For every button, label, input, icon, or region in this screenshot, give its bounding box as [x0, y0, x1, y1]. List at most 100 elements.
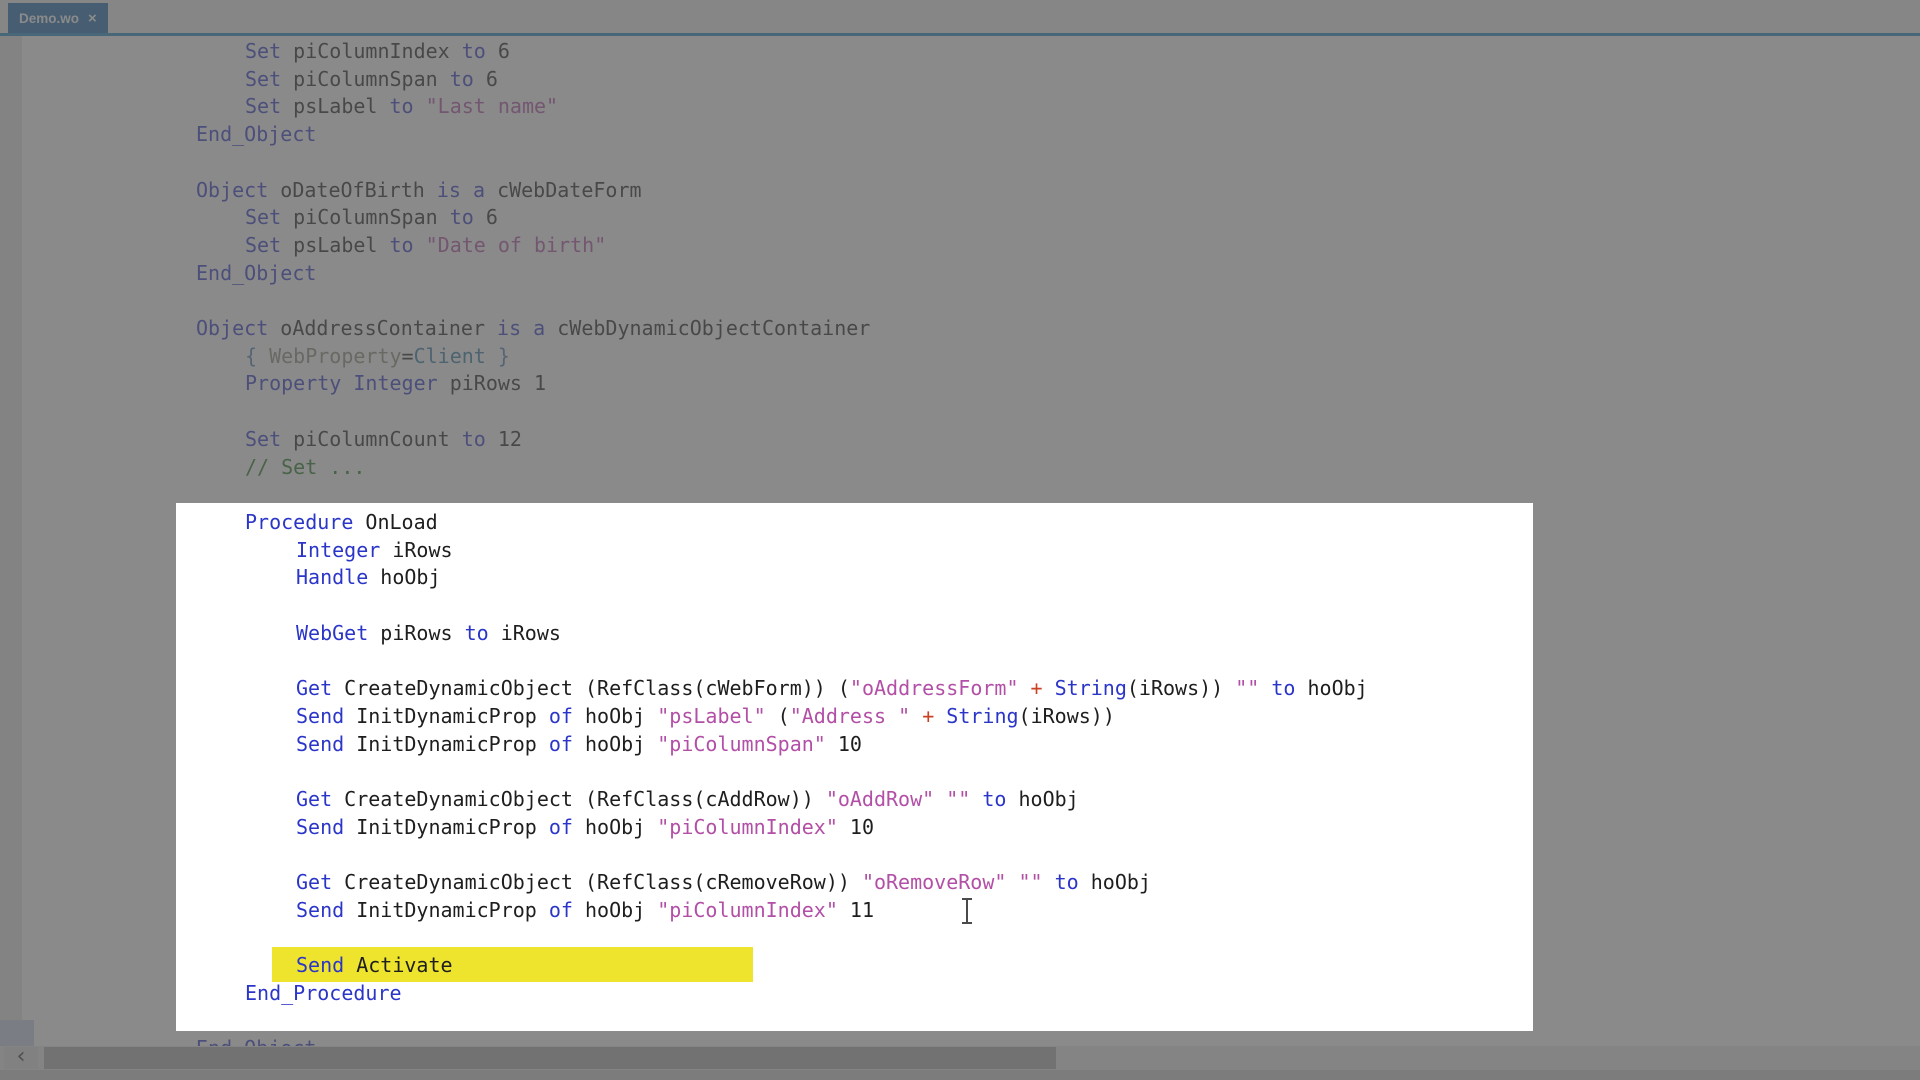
code-token: Send — [296, 898, 356, 922]
code-token: of — [549, 898, 585, 922]
spotlight-content: Demo.wo × Set piColumnIndex to 6Set piCo… — [176, 503, 1533, 1031]
code-token: WebGet — [296, 621, 380, 645]
code-token: piColumnSpan — [293, 205, 450, 229]
code-token: Activate — [356, 953, 452, 977]
code-token: piColumnSpan — [293, 67, 450, 91]
code-token: InitDynamicProp — [356, 898, 549, 922]
scrollbar-left-arrow[interactable]: ‹ — [4, 1047, 38, 1069]
code-token: "piColumnIndex" — [657, 898, 838, 922]
code-line: Set piColumnSpan to 6 — [245, 203, 498, 231]
code-token: to — [462, 427, 498, 451]
code-line: Handle hoObj — [296, 563, 441, 591]
code-token: Set — [245, 427, 293, 451]
code-token: to — [390, 94, 426, 118]
code-token: to — [1055, 870, 1091, 894]
code-token: End_Object — [196, 122, 316, 146]
tab-demo-wo[interactable]: Demo.wo × — [8, 3, 108, 33]
code-token: End_Object — [196, 261, 316, 285]
code-line: Send InitDynamicProp of hoObj "piColumnI… — [296, 896, 874, 924]
code-token: Send — [296, 732, 356, 756]
code-token: to — [450, 205, 486, 229]
code-token: (iRows)) — [1019, 704, 1115, 728]
code-token: hoObj — [1019, 787, 1079, 811]
code-token — [934, 704, 946, 728]
code-token: Set — [245, 94, 293, 118]
code-token: 6 — [486, 67, 498, 91]
code-token: } — [486, 344, 510, 368]
code-line: Set psLabel to "Date of birth" — [245, 231, 606, 259]
code-token: WebProperty — [269, 344, 401, 368]
code-token: iRows — [392, 538, 452, 562]
code-token: + — [1031, 676, 1043, 700]
code-token: InitDynamicProp — [356, 704, 549, 728]
code-line-highlighted: Send Activate — [296, 951, 453, 979]
code-line: End_Procedure — [245, 979, 402, 1007]
code-token: 10 — [826, 732, 862, 756]
code-token: Property — [245, 371, 353, 395]
scrollbar-thumb[interactable] — [44, 1047, 1056, 1069]
code-token: of — [549, 815, 585, 839]
code-line: { WebProperty=Client } — [245, 342, 510, 370]
editor-window-spotlight-copy: Demo.wo × Set piColumnIndex to 6Set piCo… — [176, 503, 1533, 1031]
code-token: a — [473, 178, 497, 202]
code-token: hoObj — [1091, 870, 1151, 894]
code-token: hoObj — [1308, 676, 1368, 700]
tab-close-icon[interactable]: × — [88, 10, 97, 27]
code-token — [1018, 676, 1030, 700]
code-line: Send InitDynamicProp of hoObj "psLabel" … — [296, 702, 1115, 730]
code-token — [1043, 870, 1055, 894]
code-token: cWebDynamicObjectContainer — [557, 316, 870, 340]
code-token: String — [946, 704, 1018, 728]
code-token: "Last name" — [426, 94, 558, 118]
code-token: (iRows)) — [1127, 676, 1235, 700]
code-token: oAddressContainer — [280, 316, 497, 340]
code-token: piColumnCount — [293, 427, 462, 451]
code-token: piRows — [380, 621, 464, 645]
code-token: "oAddRow" — [826, 787, 934, 811]
code-line: Integer iRows — [296, 536, 453, 564]
code-token: "" — [1235, 676, 1259, 700]
code-token: Client — [414, 344, 486, 368]
code-editor-surface[interactable]: Set piColumnIndex to 6Set piColumnSpan t… — [176, 503, 1533, 1031]
code-token: of — [549, 704, 585, 728]
code-token — [910, 704, 922, 728]
code-token — [1043, 676, 1055, 700]
code-token: InitDynamicProp — [356, 732, 549, 756]
code-token: psLabel — [293, 94, 389, 118]
code-token: hoObj — [585, 898, 657, 922]
code-token: 10 — [838, 815, 874, 839]
code-line: Set piColumnCount to 12 — [245, 425, 522, 453]
code-line: // Set ... — [245, 453, 365, 481]
code-line: Send InitDynamicProp of hoObj "piColumnI… — [296, 813, 874, 841]
code-token: 6 — [486, 205, 498, 229]
code-token: // Set ... — [245, 455, 365, 479]
code-line: WebGet piRows to iRows — [296, 619, 561, 647]
code-token: piRows — [450, 371, 534, 395]
code-token: Set — [245, 39, 293, 63]
code-token: 12 — [498, 427, 522, 451]
code-token: "oAddressForm" — [850, 676, 1019, 700]
code-token — [970, 787, 982, 811]
code-token: Get — [296, 870, 344, 894]
code-line: End_Object — [196, 259, 316, 287]
code-token: to — [982, 787, 1018, 811]
code-token: piColumnIndex — [293, 39, 462, 63]
code-token: Integer — [296, 538, 392, 562]
code-token: Send — [296, 815, 356, 839]
code-token: "psLabel" — [657, 704, 765, 728]
code-token: CreateDynamicObject (RefClass(cAddRow)) — [344, 787, 826, 811]
code-token: is — [437, 178, 473, 202]
code-token: to — [390, 233, 426, 257]
code-line: Send InitDynamicProp of hoObj "piColumnS… — [296, 730, 862, 758]
code-line: Procedure OnLoad — [245, 508, 438, 536]
code-token: 11 — [838, 898, 874, 922]
code-token: Object — [196, 316, 280, 340]
spotlight-highlight-box: Demo.wo × Set piColumnIndex to 6Set piCo… — [176, 503, 1533, 1031]
code-token: Get — [296, 676, 344, 700]
code-line: Get CreateDynamicObject (RefClass(cWebFo… — [296, 674, 1368, 702]
code-token: String — [1055, 676, 1127, 700]
code-token: 6 — [498, 39, 510, 63]
code-line: Object oDateOfBirth is a cWebDateForm — [196, 176, 642, 204]
code-token: = — [402, 344, 414, 368]
horizontal-scrollbar[interactable]: ‹ — [0, 1046, 1920, 1070]
